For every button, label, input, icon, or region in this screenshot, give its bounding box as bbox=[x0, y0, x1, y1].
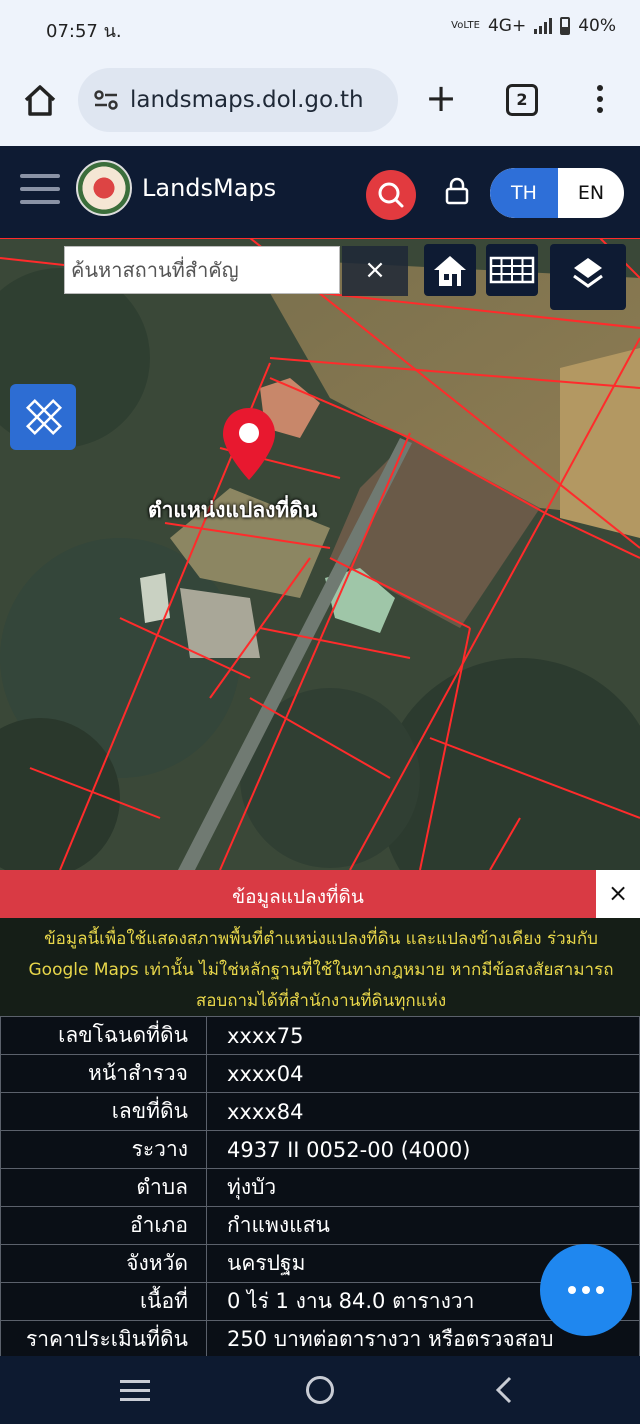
disclaimer-box: ข้อมูลนี้เพื่อใช้แสดงสภาพพื้นที่ตำแหน่งแ… bbox=[0, 918, 640, 1016]
url-text: landsmaps.dol.go.th bbox=[130, 87, 364, 113]
login-button[interactable] bbox=[444, 176, 470, 206]
row-value: xxxx75 bbox=[206, 1016, 640, 1055]
table-row: ตำบล ทุ่งบัว bbox=[0, 1168, 640, 1207]
close-panel-button[interactable]: × bbox=[596, 870, 640, 918]
row-label: เนื้อที่ bbox=[0, 1282, 207, 1321]
row-value: xxxx84 bbox=[206, 1092, 640, 1131]
row-value: xxxx04 bbox=[206, 1054, 640, 1093]
row-label: หน้าสำรวจ bbox=[0, 1054, 207, 1093]
status-time: 07:57 น. bbox=[46, 21, 122, 42]
site-settings-icon[interactable] bbox=[92, 86, 120, 114]
tab-switcher-button[interactable]: 2 bbox=[506, 84, 538, 116]
back-button[interactable] bbox=[492, 1374, 516, 1406]
browser-menu-button[interactable] bbox=[588, 80, 612, 120]
department-seal-logo bbox=[76, 160, 132, 216]
layers-icon bbox=[573, 258, 603, 288]
place-search-box bbox=[64, 246, 340, 294]
parcel-info-header: ข้อมูลแปลงที่ดิน × bbox=[0, 870, 640, 918]
measure-tool-button[interactable] bbox=[10, 384, 76, 450]
row-label: ตำบล bbox=[0, 1168, 207, 1207]
row-label: ราคาประเมินที่ดิน bbox=[0, 1320, 207, 1359]
table-row: เลขโฉนดที่ดิน xxxx75 bbox=[0, 1016, 640, 1055]
table-row: หน้าสำรวจ xxxx04 bbox=[0, 1054, 640, 1093]
network-type: 4G+ bbox=[487, 16, 527, 36]
home-icon bbox=[24, 85, 56, 116]
grid-icon bbox=[489, 256, 535, 284]
layers-button[interactable] bbox=[550, 244, 626, 310]
satellite-map[interactable]: × ต bbox=[0, 238, 640, 870]
hamburger-menu-icon[interactable] bbox=[20, 174, 60, 208]
battery-icon bbox=[560, 17, 571, 35]
system-home-button[interactable] bbox=[306, 1376, 334, 1404]
system-nav-bar bbox=[0, 1356, 640, 1424]
map-pin-icon bbox=[223, 408, 275, 480]
language-th-option[interactable]: TH bbox=[490, 168, 558, 218]
status-indicators: VoLTE 4G+ 40% bbox=[451, 16, 616, 36]
row-label: จังหวัด bbox=[0, 1244, 207, 1283]
lock-icon bbox=[445, 177, 469, 205]
row-label: เลขที่ดิน bbox=[0, 1092, 207, 1131]
parcel-info-title: ข้อมูลแปลงที่ดิน bbox=[232, 886, 364, 908]
row-value: กำแพงแสน bbox=[206, 1206, 640, 1245]
status-bar: 07:57 น. VoLTE 4G+ 40% bbox=[0, 0, 640, 56]
table-row: ระวาง 4937 II 0052-00 (4000) bbox=[0, 1130, 640, 1169]
row-label: ระวาง bbox=[0, 1130, 207, 1169]
grid-sheet-button[interactable] bbox=[486, 244, 538, 296]
disclaimer-text: ข้อมูลนี้เพื่อใช้แสดงสภาพพื้นที่ตำแหน่งแ… bbox=[28, 929, 614, 1011]
more-actions-button[interactable] bbox=[540, 1244, 632, 1336]
more-dots-icon bbox=[568, 1286, 604, 1294]
row-label: เลขโฉนดที่ดิน bbox=[0, 1016, 207, 1055]
brand-name: LandsMaps bbox=[142, 174, 277, 202]
address-bar[interactable]: landsmaps.dol.go.th bbox=[78, 68, 398, 132]
language-toggle: TH EN bbox=[490, 168, 624, 218]
site-header: LandsMaps TH EN bbox=[0, 146, 640, 238]
clear-search-button[interactable]: × bbox=[342, 246, 408, 296]
map-home-button[interactable] bbox=[424, 244, 476, 296]
table-row: ราคาประเมินที่ดิน 250 บาทต่อตารางวา หรือต… bbox=[0, 1320, 640, 1359]
plus-icon: + bbox=[425, 76, 457, 120]
table-row: เลขที่ดิน xxxx84 bbox=[0, 1092, 640, 1131]
row-label: อำเภอ bbox=[0, 1206, 207, 1245]
back-chevron-icon bbox=[495, 1376, 512, 1404]
parcel-location-pin[interactable] bbox=[220, 406, 278, 482]
battery-level: 40% bbox=[578, 16, 616, 36]
new-tab-button[interactable]: + bbox=[418, 76, 464, 122]
pin-label: ตำแหน่งแปลงที่ดิน bbox=[148, 498, 318, 522]
row-value: 4937 II 0052-00 (4000) bbox=[206, 1130, 640, 1169]
row-value: ทุ่งบัว bbox=[206, 1168, 640, 1207]
place-search-input[interactable] bbox=[65, 247, 339, 293]
site-search-button[interactable] bbox=[366, 170, 416, 220]
home-icon bbox=[434, 256, 466, 286]
browser-toolbar: landsmaps.dol.go.th + 2 bbox=[0, 56, 640, 146]
ruler-pencil-icon bbox=[25, 398, 63, 436]
recents-button[interactable] bbox=[120, 1380, 150, 1402]
volte-indicator: VoLTE bbox=[451, 20, 480, 31]
signal-icon bbox=[534, 18, 553, 34]
search-icon bbox=[378, 182, 404, 208]
language-en-option[interactable]: EN bbox=[558, 168, 624, 218]
map-imagery bbox=[0, 238, 640, 870]
table-row: อำเภอ กำแพงแสน bbox=[0, 1206, 640, 1245]
browser-home-button[interactable] bbox=[18, 78, 62, 122]
